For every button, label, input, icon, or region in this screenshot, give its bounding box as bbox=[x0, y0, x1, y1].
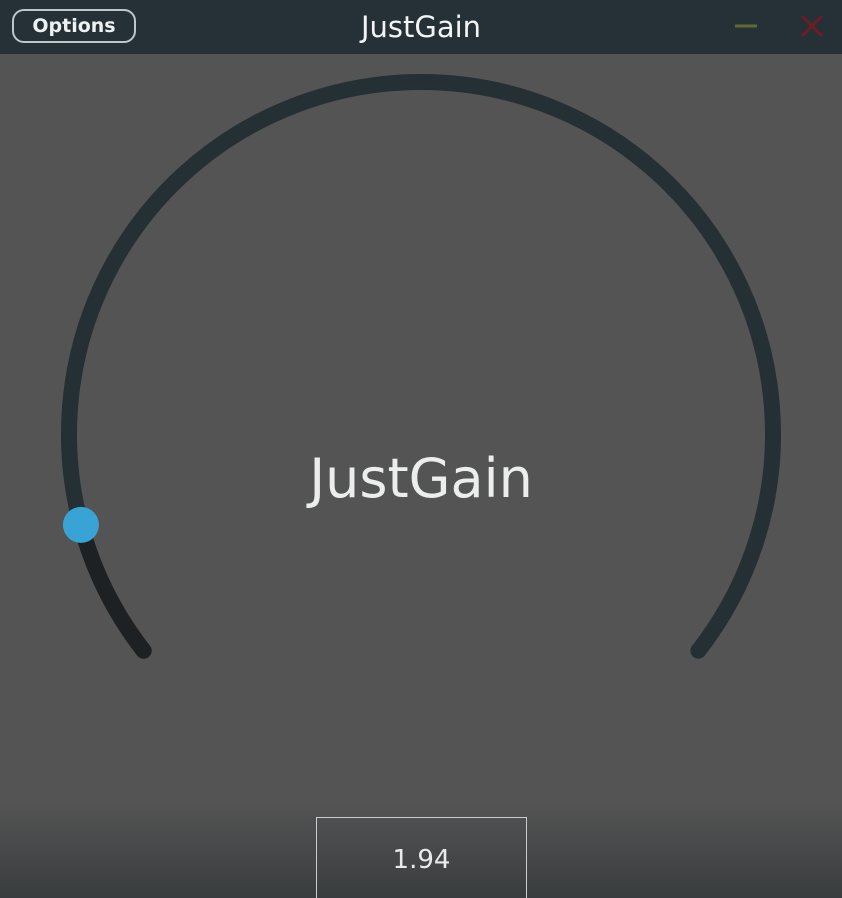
gain-knob[interactable] bbox=[0, 54, 842, 814]
knob-value-arc bbox=[72, 516, 152, 659]
options-button[interactable]: Options bbox=[12, 9, 136, 43]
gain-value-field[interactable]: 1.94 bbox=[316, 817, 527, 898]
minimize-button[interactable] bbox=[732, 14, 760, 38]
close-icon bbox=[800, 14, 824, 38]
close-button[interactable] bbox=[798, 12, 826, 40]
minimize-icon bbox=[735, 24, 757, 28]
plugin-window: JustGain Options JustGain 1.94 bbox=[0, 0, 842, 898]
knob-track bbox=[61, 74, 781, 659]
knob-label: JustGain bbox=[309, 447, 533, 510]
title-bar: JustGain Options bbox=[0, 0, 842, 54]
